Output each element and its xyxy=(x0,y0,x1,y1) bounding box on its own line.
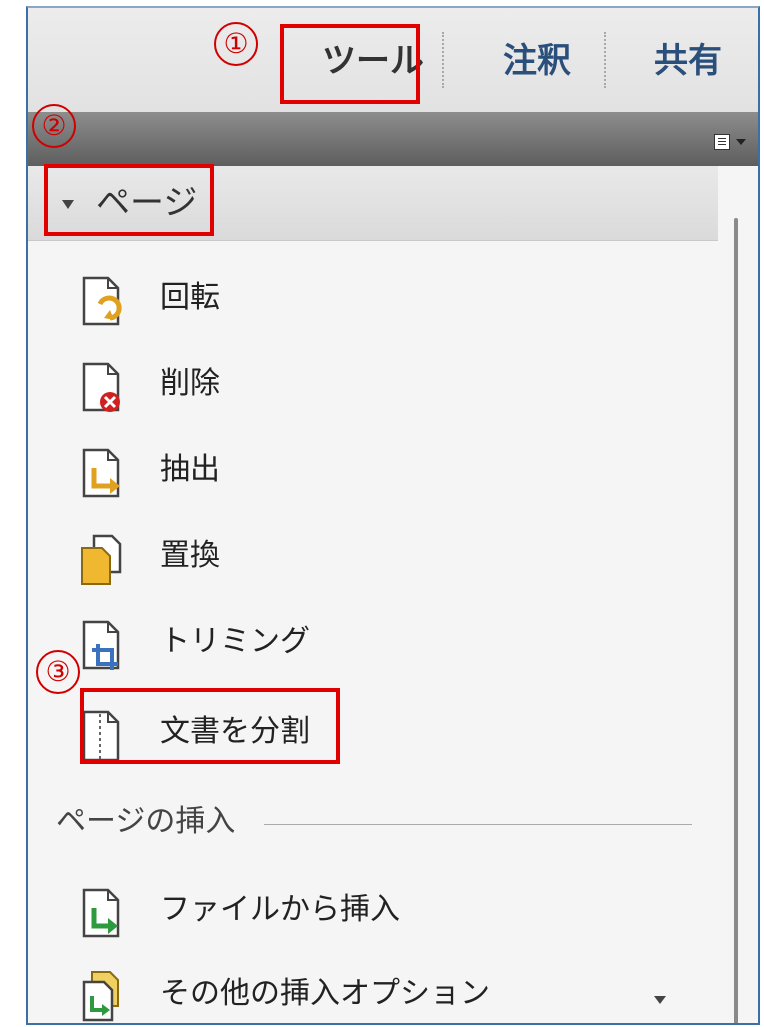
extract-page-icon xyxy=(82,448,120,498)
tab-separator xyxy=(442,32,444,88)
panel-header-strip xyxy=(28,112,758,166)
menu-item-more-insert-options[interactable]: その他の挿入オプション xyxy=(78,964,678,1023)
menu-item-label: その他の挿入オプション xyxy=(160,976,490,1011)
menu-item-insert-from-file[interactable]: ファイルから挿入 xyxy=(78,880,678,942)
menu-item-extract[interactable]: 抽出 xyxy=(78,440,678,502)
rotate-page-icon xyxy=(82,276,122,326)
tab-share[interactable]: 共有 xyxy=(628,34,748,88)
menu-item-label: 置換 xyxy=(160,538,220,573)
tab-separator xyxy=(604,32,606,88)
annotation-marker-1: ① xyxy=(214,22,258,66)
menu-item-delete[interactable]: 削除 xyxy=(78,354,678,416)
group-title-insert-pages: ページの挿入 xyxy=(56,804,236,839)
menu-item-label: ファイルから挿入 xyxy=(160,892,400,927)
delete-page-icon xyxy=(82,362,120,412)
menu-item-label: 回転 xyxy=(160,280,220,315)
menu-item-label: 削除 xyxy=(160,366,220,401)
annotation-box-split xyxy=(80,688,340,764)
insert-from-file-icon xyxy=(82,888,120,938)
tab-comment[interactable]: 注釈 xyxy=(472,34,602,88)
scrollbar[interactable] xyxy=(734,218,738,1023)
replace-page-icon xyxy=(81,534,122,585)
chevron-down-icon[interactable] xyxy=(654,996,666,1004)
menu-item-replace[interactable]: 置換 xyxy=(78,526,678,588)
menu-item-crop[interactable]: トリミング xyxy=(78,612,678,674)
menu-item-label: 抽出 xyxy=(160,452,220,487)
annotation-box-pages xyxy=(44,164,214,236)
list-menu-icon xyxy=(714,134,730,150)
more-insert-options-icon xyxy=(82,971,119,1022)
group-divider xyxy=(264,824,692,825)
tools-panel: ツール 注釈 共有 ページ 回転 削除 抽出 置換 トリミング 文書を分割 ペー… xyxy=(26,6,760,1025)
panel-options-menu[interactable] xyxy=(714,134,750,154)
annotation-box-tools xyxy=(280,24,420,104)
crop-page-icon xyxy=(82,620,120,670)
annotation-marker-3: ③ xyxy=(36,650,80,694)
annotation-marker-2: ② xyxy=(32,104,76,148)
dropdown-arrow-icon xyxy=(736,139,746,145)
menu-item-rotate[interactable]: 回転 xyxy=(78,268,678,330)
menu-item-label: トリミング xyxy=(160,624,310,659)
